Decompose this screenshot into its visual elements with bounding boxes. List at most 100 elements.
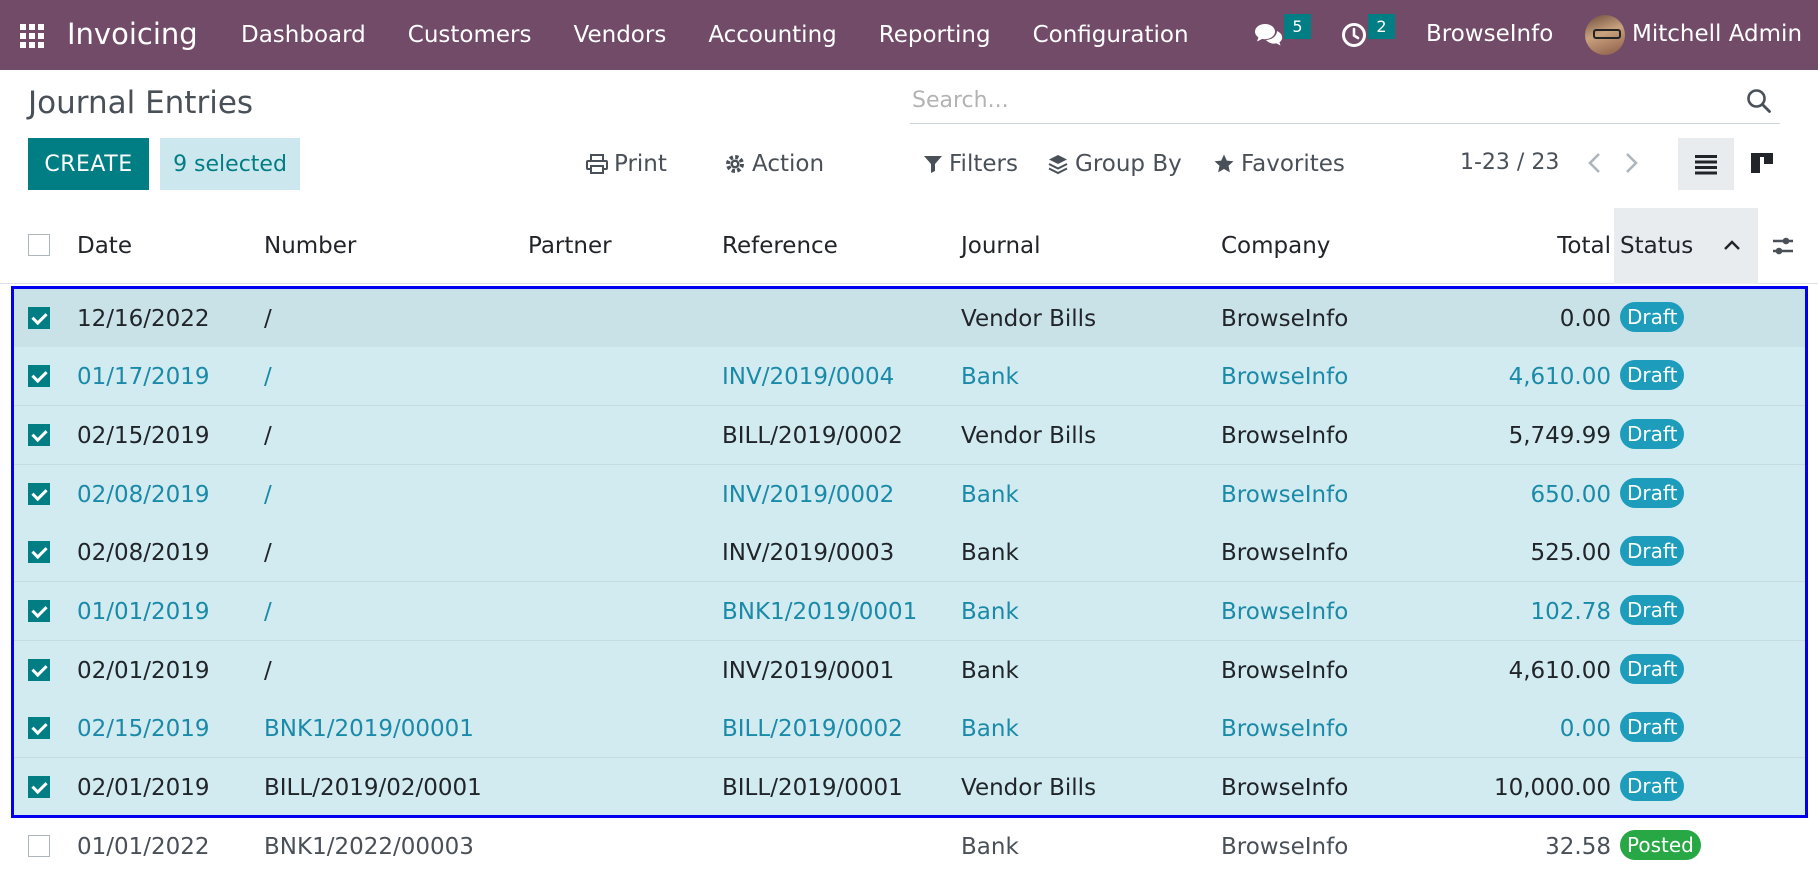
print-button[interactable]: Print	[586, 146, 667, 182]
cell-journal: Vendor Bills	[961, 306, 1097, 332]
pager-next-icon[interactable]	[1621, 150, 1641, 176]
status-badge: Draft	[1620, 302, 1685, 332]
main-menu: Dashboard Customers Vendors Accounting R…	[241, 0, 1231, 70]
list-view-button[interactable]	[1678, 138, 1734, 190]
cell-journal: Bank	[961, 834, 1019, 860]
table-row[interactable]: 01/17/2019 / INV/2019/0004 Bank BrowseInfo 4,…	[12, 347, 1806, 406]
activities-count-badge: 2	[1368, 14, 1395, 39]
status-badge: Draft	[1620, 595, 1685, 625]
row-checkbox[interactable]	[28, 483, 50, 505]
cell-reference: BILL/2019/0002	[722, 716, 903, 742]
cell-date: 02/01/2019	[77, 658, 210, 684]
row-checkbox[interactable]	[28, 835, 50, 857]
cell-number: /	[264, 540, 272, 566]
menu-item-customers[interactable]: Customers	[408, 22, 532, 48]
row-checkbox[interactable]	[28, 659, 50, 681]
cell-reference: INV/2019/0003	[722, 540, 895, 566]
select-all-checkbox[interactable]	[28, 234, 50, 256]
column-header-status[interactable]: Status	[1620, 233, 1693, 259]
table-row[interactable]: 02/08/2019 / INV/2019/0002 Bank BrowseInfo 65…	[12, 465, 1806, 524]
apps-menu-icon[interactable]	[20, 24, 46, 48]
create-button[interactable]: CREATE	[28, 138, 149, 190]
selected-count-badge[interactable]: 9 selected	[160, 138, 300, 190]
action-button[interactable]: Action	[724, 146, 824, 182]
status-badge: Draft	[1620, 536, 1685, 566]
star-icon	[1214, 154, 1234, 173]
cell-reference: BNK1/2019/0001	[722, 599, 918, 625]
kanban-view-button[interactable]	[1734, 138, 1790, 190]
favorites-label: Favorites	[1241, 151, 1345, 177]
status-badge: Draft	[1620, 712, 1685, 742]
table-row[interactable]: 01/01/2019 / BNK1/2019/0001 Bank BrowseInfo 1…	[12, 582, 1806, 641]
group-by-label: Group By	[1075, 151, 1182, 177]
cell-company: BrowseInfo	[1221, 599, 1349, 625]
row-checkbox[interactable]	[28, 600, 50, 622]
favorites-button[interactable]: Favorites	[1213, 146, 1345, 182]
column-header-reference[interactable]: Reference	[722, 233, 838, 259]
cell-total: 4,610.00	[1508, 364, 1611, 390]
cell-journal: Vendor Bills	[961, 775, 1097, 801]
column-header-date[interactable]: Date	[77, 233, 132, 259]
menu-item-reporting[interactable]: Reporting	[879, 22, 991, 48]
column-header-number[interactable]: Number	[264, 233, 356, 259]
kanban-view-icon	[1751, 153, 1773, 173]
menu-item-accounting[interactable]: Accounting	[708, 22, 836, 48]
company-switcher[interactable]: BrowseInfo	[1426, 21, 1553, 47]
status-badge: Draft	[1620, 654, 1685, 684]
cell-company: BrowseInfo	[1221, 834, 1349, 860]
cell-reference: BILL/2019/0002	[722, 423, 903, 449]
menu-item-dashboard[interactable]: Dashboard	[241, 22, 366, 48]
cell-date: 02/15/2019	[77, 716, 210, 742]
layers-icon	[1048, 155, 1068, 175]
app-title[interactable]: Invoicing	[67, 17, 198, 51]
group-by-button[interactable]: Group By	[1047, 146, 1182, 182]
user-menu[interactable]: Mitchell Admin	[1632, 21, 1802, 47]
user-avatar[interactable]	[1585, 15, 1625, 55]
cell-number: /	[264, 423, 272, 449]
cell-number: /	[264, 658, 272, 684]
cell-company: BrowseInfo	[1221, 658, 1349, 684]
page-title: Journal Entries	[28, 85, 254, 121]
cell-company: BrowseInfo	[1221, 716, 1349, 742]
cell-journal: Bank	[961, 599, 1019, 625]
table-row[interactable]: 02/01/2019 BILL/2019/02/0001 BILL/2019/000…	[12, 758, 1806, 817]
row-checkbox[interactable]	[28, 717, 50, 739]
row-checkbox[interactable]	[28, 307, 50, 329]
cell-number: /	[264, 599, 272, 625]
cell-company: BrowseInfo	[1221, 775, 1349, 801]
row-checkbox[interactable]	[28, 541, 50, 563]
pager-previous-icon[interactable]	[1585, 150, 1605, 176]
column-header-journal[interactable]: Journal	[961, 233, 1041, 259]
cell-total: 5,749.99	[1508, 423, 1611, 449]
table-row[interactable]: 02/01/2019 / INV/2019/0001 Bank BrowseInfo 4,…	[12, 641, 1806, 700]
activities-button[interactable]	[1341, 0, 1367, 70]
filter-funnel-icon	[924, 156, 942, 173]
table-row[interactable]: 12/16/2022 / Vendor Bills BrowseInfo 0.00 Dra…	[12, 289, 1806, 348]
cell-date: 02/08/2019	[77, 540, 210, 566]
column-header-total[interactable]: Total	[1500, 233, 1611, 259]
cell-reference: INV/2019/0001	[722, 658, 895, 684]
table-row[interactable]: 01/01/2022 BNK1/2022/00003 Bank BrowseInfo 3…	[12, 817, 1806, 876]
status-badge: Posted	[1620, 830, 1701, 860]
table-row[interactable]: 02/15/2019 BNK1/2019/00001 BILL/2019/0002 B…	[12, 699, 1806, 758]
sort-ascending-icon[interactable]	[1722, 237, 1742, 253]
pager-value[interactable]: 1-23 / 23	[1460, 150, 1559, 175]
column-header-company[interactable]: Company	[1221, 233, 1330, 259]
menu-item-vendors[interactable]: Vendors	[574, 22, 667, 48]
search-input[interactable]	[910, 80, 1730, 120]
search-bar	[910, 80, 1780, 124]
row-checkbox[interactable]	[28, 424, 50, 446]
optional-columns-icon[interactable]	[1771, 234, 1795, 258]
cell-journal: Bank	[961, 658, 1019, 684]
row-checkbox[interactable]	[28, 365, 50, 387]
messages-button[interactable]	[1254, 0, 1284, 70]
table-row[interactable]: 02/08/2019 / INV/2019/0003 Bank BrowseInfo 52…	[12, 523, 1806, 582]
table-row[interactable]: 02/15/2019 / BILL/2019/0002 Vendor Bills Bro…	[12, 406, 1806, 465]
cell-number: BNK1/2022/00003	[264, 834, 474, 860]
cell-reference: INV/2019/0004	[722, 364, 895, 390]
search-icon[interactable]	[1746, 88, 1772, 114]
filters-button[interactable]: Filters	[923, 146, 1018, 182]
menu-item-configuration[interactable]: Configuration	[1033, 22, 1189, 48]
row-checkbox[interactable]	[28, 776, 50, 798]
column-header-partner[interactable]: Partner	[528, 233, 612, 259]
